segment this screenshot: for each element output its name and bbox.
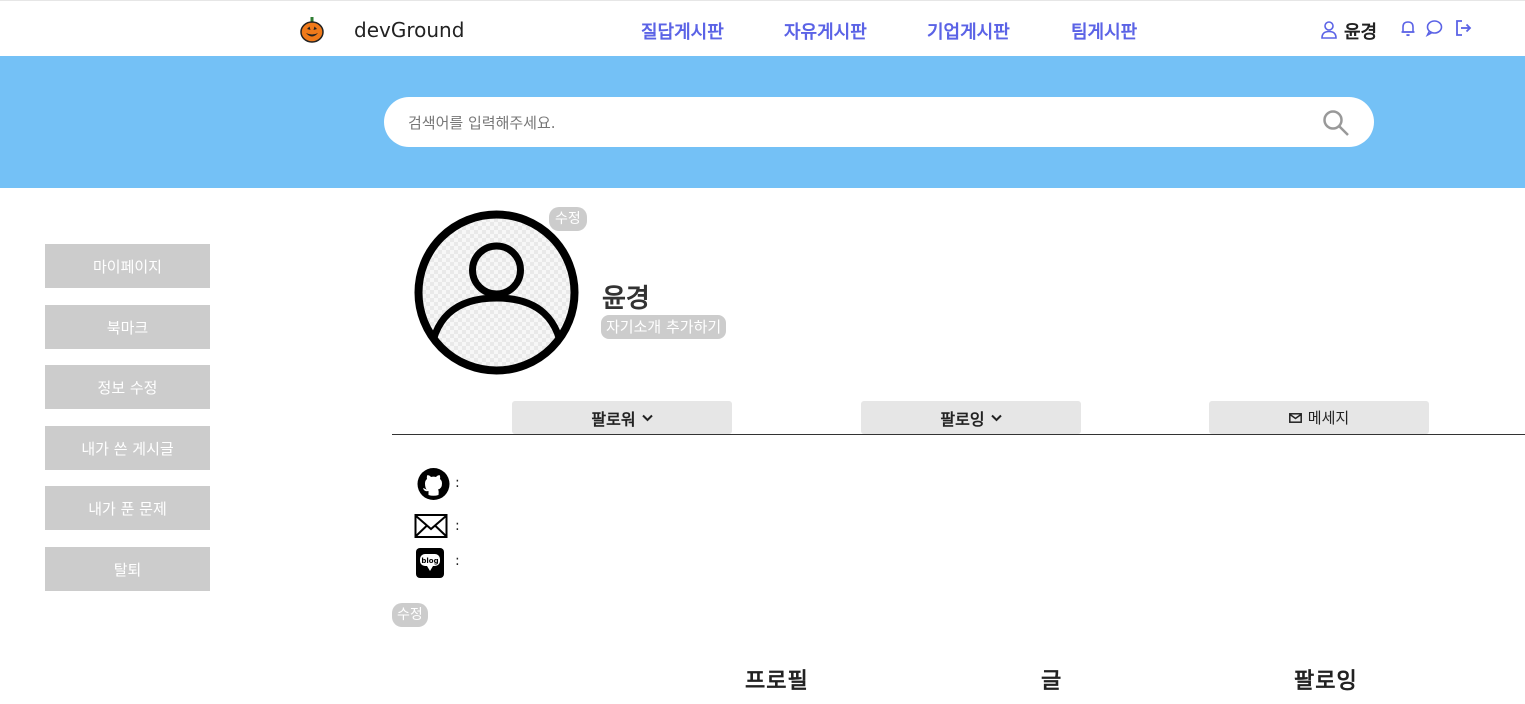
edit-photo-button[interactable]: 수정 [549, 207, 587, 231]
nav-team-board[interactable]: 팀게시판 [1071, 18, 1137, 44]
nav-company-board[interactable]: 기업게시판 [927, 18, 1010, 44]
envelope-icon [1288, 412, 1302, 423]
github-icon[interactable] [414, 467, 454, 501]
search-icon[interactable] [1322, 109, 1350, 137]
followers-dropdown-button[interactable]: 팔로워 [512, 401, 732, 434]
sidebar-item-mypage[interactable]: 마이페이지 [45, 244, 210, 288]
profile-name: 윤경 [602, 284, 650, 314]
blog-icon[interactable]: blog [414, 546, 448, 580]
message-button[interactable]: 메세지 [1209, 401, 1429, 434]
github-separator: : [455, 475, 460, 491]
avatar[interactable] [414, 210, 579, 375]
section-divider [392, 434, 1525, 435]
tab-following[interactable]: 팔로잉 [1294, 663, 1358, 695]
bell-icon[interactable] [1399, 19, 1417, 37]
search-input[interactable] [406, 97, 1290, 149]
tab-profile[interactable]: 프로필 [745, 663, 809, 695]
chevron-down-icon [990, 414, 1002, 421]
logout-icon[interactable] [1454, 19, 1472, 37]
sidebar-item-my-posts[interactable]: 내가 쓴 게시글 [45, 426, 210, 470]
sidebar-item-withdraw[interactable]: 탈퇴 [45, 547, 210, 591]
header-username[interactable]: 윤경 [1344, 18, 1377, 44]
sidebar-item-solved-problems[interactable]: 내가 푼 문제 [45, 486, 210, 530]
chat-icon[interactable] [1425, 19, 1443, 37]
add-bio-button[interactable]: 자기소개 추가하기 [601, 315, 727, 339]
search-bar [384, 97, 1374, 149]
followers-label: 팔로워 [591, 409, 636, 429]
top-header: devGround 질답게시판 자유게시판 기업게시판 팀게시판 윤경 [0, 0, 1525, 57]
nav-qna-board[interactable]: 질답게시판 [641, 18, 724, 44]
blog-separator: : [455, 553, 460, 569]
mail-separator: : [455, 518, 460, 534]
mail-icon[interactable] [414, 509, 448, 543]
message-label: 메세지 [1307, 409, 1350, 427]
brand-name[interactable]: devGround [354, 18, 464, 42]
following-dropdown-button[interactable]: 팔로잉 [861, 401, 1081, 434]
sidebar-item-bookmark[interactable]: 북마크 [45, 305, 210, 349]
user-icon[interactable] [1320, 20, 1338, 39]
sidebar-item-edit-info[interactable]: 정보 수정 [45, 365, 210, 409]
pumpkin-logo-icon[interactable] [300, 17, 324, 43]
following-label: 팔로잉 [940, 409, 985, 429]
svg-text:blog: blog [421, 557, 438, 565]
edit-links-button[interactable]: 수정 [392, 603, 428, 627]
tab-posts[interactable]: 글 [1041, 663, 1062, 695]
nav-free-board[interactable]: 자유게시판 [784, 18, 867, 44]
chevron-down-icon [641, 414, 653, 421]
